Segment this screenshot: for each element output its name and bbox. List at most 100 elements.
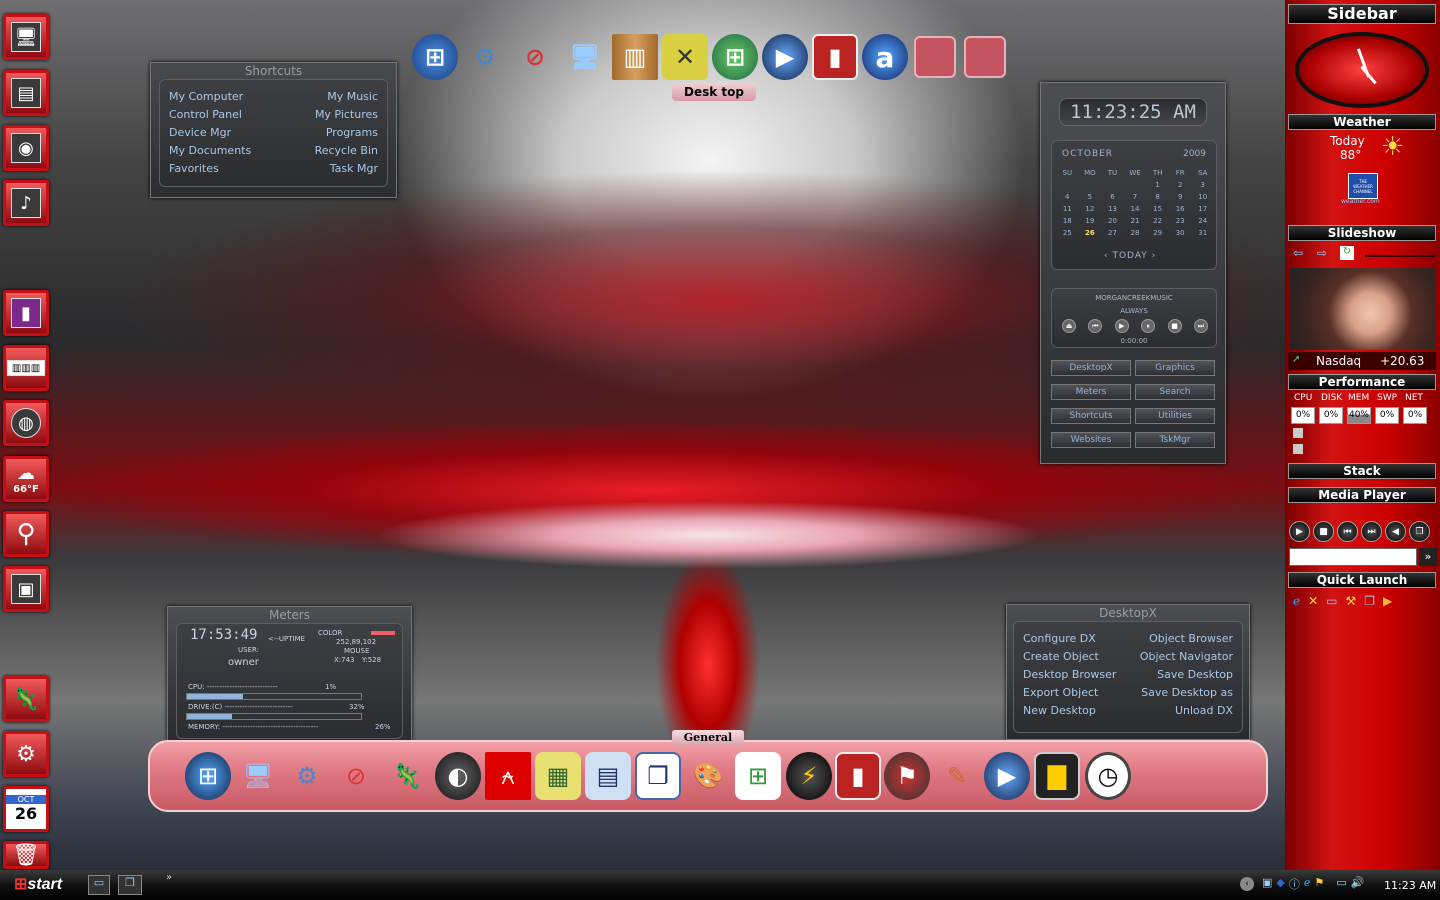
mp-prev-icon[interactable]: ⏮ (1337, 521, 1358, 542)
paint-icon[interactable]: 🎨 (685, 752, 731, 800)
clock-icon[interactable]: ◷ (1085, 752, 1131, 800)
calendar-day[interactable] (1056, 179, 1079, 191)
desktop-icon[interactable]: ▭ (1326, 594, 1337, 608)
mp-play-icon[interactable]: ▶ (1289, 521, 1310, 542)
monitor-icon[interactable] (1293, 428, 1303, 438)
calendar-day[interactable] (1101, 179, 1124, 191)
calendar-day[interactable]: 5 (1079, 191, 1102, 203)
net-disabled-icon[interactable]: ⊘ (512, 34, 558, 80)
dx-create-object[interactable]: Create Object (1023, 650, 1099, 663)
slideshow-title[interactable]: Slideshow (1288, 225, 1436, 241)
calendar-day[interactable]: 8 (1146, 191, 1169, 203)
copy-icon[interactable]: ❐ (635, 752, 681, 800)
dx-unload[interactable]: Unload DX (1175, 704, 1233, 717)
windows-orb-icon[interactable]: ⊞ (185, 752, 231, 800)
dx-button-meters[interactable]: Meters (1051, 384, 1131, 400)
calendar-day[interactable]: 25 (1056, 227, 1079, 239)
calendar-day[interactable]: 9 (1169, 191, 1192, 203)
tray-flag-icon[interactable]: ⚑ (1314, 876, 1324, 892)
tray-network-icon[interactable]: ▣ (1262, 876, 1272, 892)
tray-ie-icon[interactable]: ℯ (1304, 876, 1311, 892)
calendar-day[interactable] (1079, 179, 1102, 191)
shortcut-my-documents[interactable]: My Documents (169, 144, 251, 157)
disk-icon[interactable] (1293, 444, 1303, 454)
empty-slot-icon[interactable] (964, 36, 1006, 78)
slideshow-next-icon[interactable]: ⇨ (1317, 246, 1327, 260)
window-icon[interactable]: ❐ (1364, 594, 1375, 608)
dx-button-websites[interactable]: Websites (1051, 432, 1131, 448)
net-disabled-icon[interactable]: ⊘ (333, 752, 379, 800)
shortcut-recycle-bin[interactable]: Recycle Bin (315, 144, 378, 157)
red-book-icon[interactable]: ▮ (835, 752, 881, 800)
calendar-icon[interactable]: OCT 26 (3, 786, 49, 832)
dx-button-utilities[interactable]: Utilities (1135, 408, 1215, 424)
slideshow-prev-icon[interactable]: ⇦ (1293, 246, 1303, 260)
calendar-day[interactable]: 3 (1191, 179, 1214, 191)
dx-desktop-browser[interactable]: Desktop Browser (1023, 668, 1116, 681)
empty-slot-icon[interactable] (914, 36, 956, 78)
tray-volume-icon[interactable]: 🔊 (1351, 876, 1365, 892)
tray-info-icon[interactable]: ⓘ (1289, 876, 1300, 892)
tray-collapse-icon[interactable]: ‹ (1240, 877, 1254, 891)
network-icon[interactable]: ⊞ (735, 752, 781, 800)
net-settings-icon[interactable]: ⚙ (3, 731, 49, 777)
recycle-bin-icon[interactable]: 🗑 (3, 841, 49, 869)
calendar-day[interactable]: 16 (1169, 203, 1192, 215)
calendar-day[interactable]: 17 (1191, 203, 1214, 215)
media-player-icon[interactable]: ▶ (762, 34, 808, 80)
dx-object-navigator[interactable]: Object Navigator (1140, 650, 1233, 663)
calendar-day[interactable]: 7 (1124, 191, 1147, 203)
tools-icon[interactable]: ⚒ (1346, 594, 1357, 608)
shortcut-my-music[interactable]: My Music (327, 90, 378, 103)
brushes-icon[interactable]: ✎ (934, 752, 980, 800)
media-icon[interactable]: ▶ (1383, 594, 1392, 608)
prev-icon[interactable]: ⏮ (1088, 319, 1103, 333)
screenshot-icon[interactable]: ▣ (3, 566, 49, 612)
dx-button-tskmgr[interactable]: TskMgr (1135, 432, 1215, 448)
switch-window-icon[interactable]: ❐ (118, 875, 142, 895)
tray-monitor-icon[interactable]: ▭ (1336, 876, 1346, 892)
net-settings-icon[interactable]: ⚙ (462, 34, 508, 80)
calendar-day[interactable]: 10 (1191, 191, 1214, 203)
calendar-day[interactable]: 30 (1169, 227, 1192, 239)
media-device-icon[interactable]: ▮ (3, 290, 49, 336)
weather-title[interactable]: Weather (1288, 114, 1436, 130)
calendar-day[interactable]: 28 (1124, 227, 1147, 239)
calendar-day[interactable]: 13 (1101, 203, 1124, 215)
calendar-day[interactable]: 19 (1079, 215, 1102, 227)
sidebar-go-icon[interactable]: » (1419, 548, 1437, 566)
crossed-x-icon[interactable]: ✕ (662, 34, 708, 80)
my-computer-icon[interactable]: 🖥 (235, 752, 281, 800)
calendar-day[interactable]: 6 (1101, 191, 1124, 203)
media-player-icon[interactable]: ▶ (984, 752, 1030, 800)
calendar-day[interactable]: 12 (1079, 203, 1102, 215)
play-icon[interactable]: ▶ (1114, 319, 1129, 333)
search-icon[interactable]: ⚲ (3, 511, 49, 557)
winamp-icon[interactable]: ◐ (435, 752, 481, 800)
calendar-day[interactable]: 2 (1169, 179, 1192, 191)
calendar-day[interactable]: 11 (1056, 203, 1079, 215)
calendar-day[interactable]: 26 (1079, 227, 1102, 239)
slideshow-photo[interactable] (1290, 268, 1436, 350)
equalizer-icon[interactable]: ▇ (1034, 752, 1080, 800)
performance-title[interactable]: Performance (1288, 374, 1436, 390)
wooden-board-icon[interactable]: ▥ (612, 34, 658, 80)
next-icon[interactable]: ⏭ (1193, 319, 1208, 333)
shortcut-programs[interactable]: Programs (326, 126, 378, 139)
document-icon[interactable]: ▤ (585, 752, 631, 800)
net-settings-icon[interactable]: ⚙ (284, 752, 330, 800)
dx-configure[interactable]: Configure DX (1023, 632, 1096, 645)
start-button[interactable]: ⊞start (14, 873, 74, 897)
shortcut-favorites[interactable]: Favorites (169, 162, 219, 175)
calendar-day[interactable]: 1 (1146, 179, 1169, 191)
music-note-icon[interactable]: ♪ (3, 180, 49, 226)
lightning-icon[interactable]: ⚡ (786, 752, 832, 800)
my-computer-icon[interactable]: 🖥 (562, 34, 608, 80)
windows-orb-icon[interactable]: ⊞ (712, 34, 758, 80)
gecko-icon[interactable]: 🦎 (3, 676, 49, 722)
slideshow-refresh-icon[interactable]: ↻ (1340, 246, 1354, 260)
crossed-x-icon[interactable]: ✕ (1308, 594, 1318, 608)
calendar-day[interactable]: 31 (1191, 227, 1214, 239)
shortcut-control-panel[interactable]: Control Panel (169, 108, 242, 121)
weather-url[interactable]: weather.com (1341, 198, 1380, 205)
